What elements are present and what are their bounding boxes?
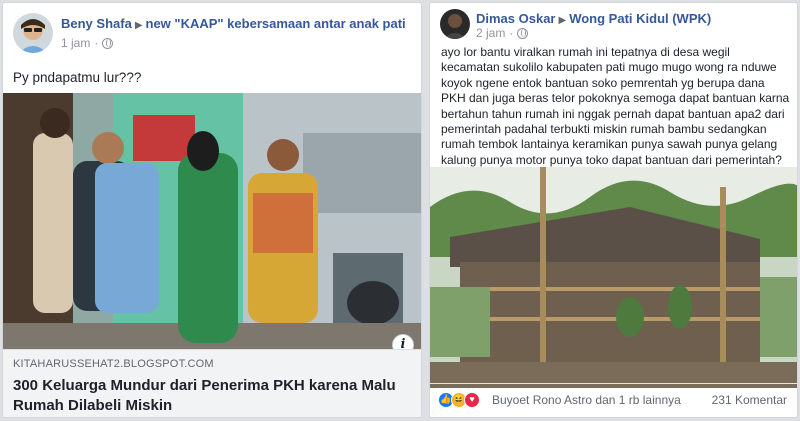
right-post: Dimas Oskar ▶ Wong Pati Kidul (WPK) 2 jam … (429, 2, 798, 418)
love-icon: ♥ (464, 392, 480, 408)
left-post: Beny Shafa ▶ new "KAAP" kebersamaan antar … (2, 2, 422, 418)
post-text: Py pndapatmu lur??? (13, 70, 142, 85)
post-meta: 2 jam · (476, 26, 529, 40)
comments-count[interactable]: 231 Komentar (712, 393, 787, 407)
avatar[interactable] (13, 13, 53, 53)
group-name[interactable]: new "KAAP" kebersamaan antar anak pati (146, 16, 406, 31)
timestamp[interactable]: 2 jam (476, 26, 505, 40)
post-header: Beny Shafa ▶ new "KAAP" kebersamaan antar … (3, 3, 421, 59)
timestamp[interactable]: 1 jam (61, 36, 90, 50)
link-preview[interactable]: KITAHARUSSEHAT2.BLOGSPOT.COM 300 Keluarg… (3, 349, 421, 417)
reactions-summary[interactable]: Buyoet Rono Astro dan 1 rb lainnya (492, 393, 681, 407)
author-line: Dimas Oskar ▶ Wong Pati Kidul (WPK) (476, 11, 711, 26)
post-meta: 1 jam · (61, 36, 114, 50)
info-icon[interactable]: i (392, 334, 414, 349)
globe-icon (102, 37, 114, 49)
post-text: ayo lor bantu viralkan rumah ini tepatny… (441, 45, 790, 182)
post-image[interactable] (430, 167, 797, 388)
author-line: Beny Shafa ▶ new "KAAP" kebersamaan antar … (61, 16, 406, 31)
link-domain: KITAHARUSSEHAT2.BLOGSPOT.COM (13, 358, 214, 370)
arrow-right-icon: ▶ (134, 20, 143, 31)
author-name[interactable]: Beny Shafa (61, 16, 132, 31)
group-name[interactable]: Wong Pati Kidul (WPK) (569, 11, 711, 26)
link-title[interactable]: 300 Keluarga Mundur dari Penerima PKH ka… (13, 376, 407, 416)
avatar[interactable] (440, 9, 470, 39)
post-footer: 👍 😆 ♥ Buyoet Rono Astro dan 1 rb lainnya… (430, 383, 797, 417)
link-preview-image[interactable]: i (3, 93, 421, 349)
author-name[interactable]: Dimas Oskar (476, 11, 556, 26)
arrow-right-icon: ▶ (558, 15, 567, 26)
reactions[interactable]: 👍 😆 ♥ (438, 392, 480, 408)
globe-icon (517, 27, 529, 39)
